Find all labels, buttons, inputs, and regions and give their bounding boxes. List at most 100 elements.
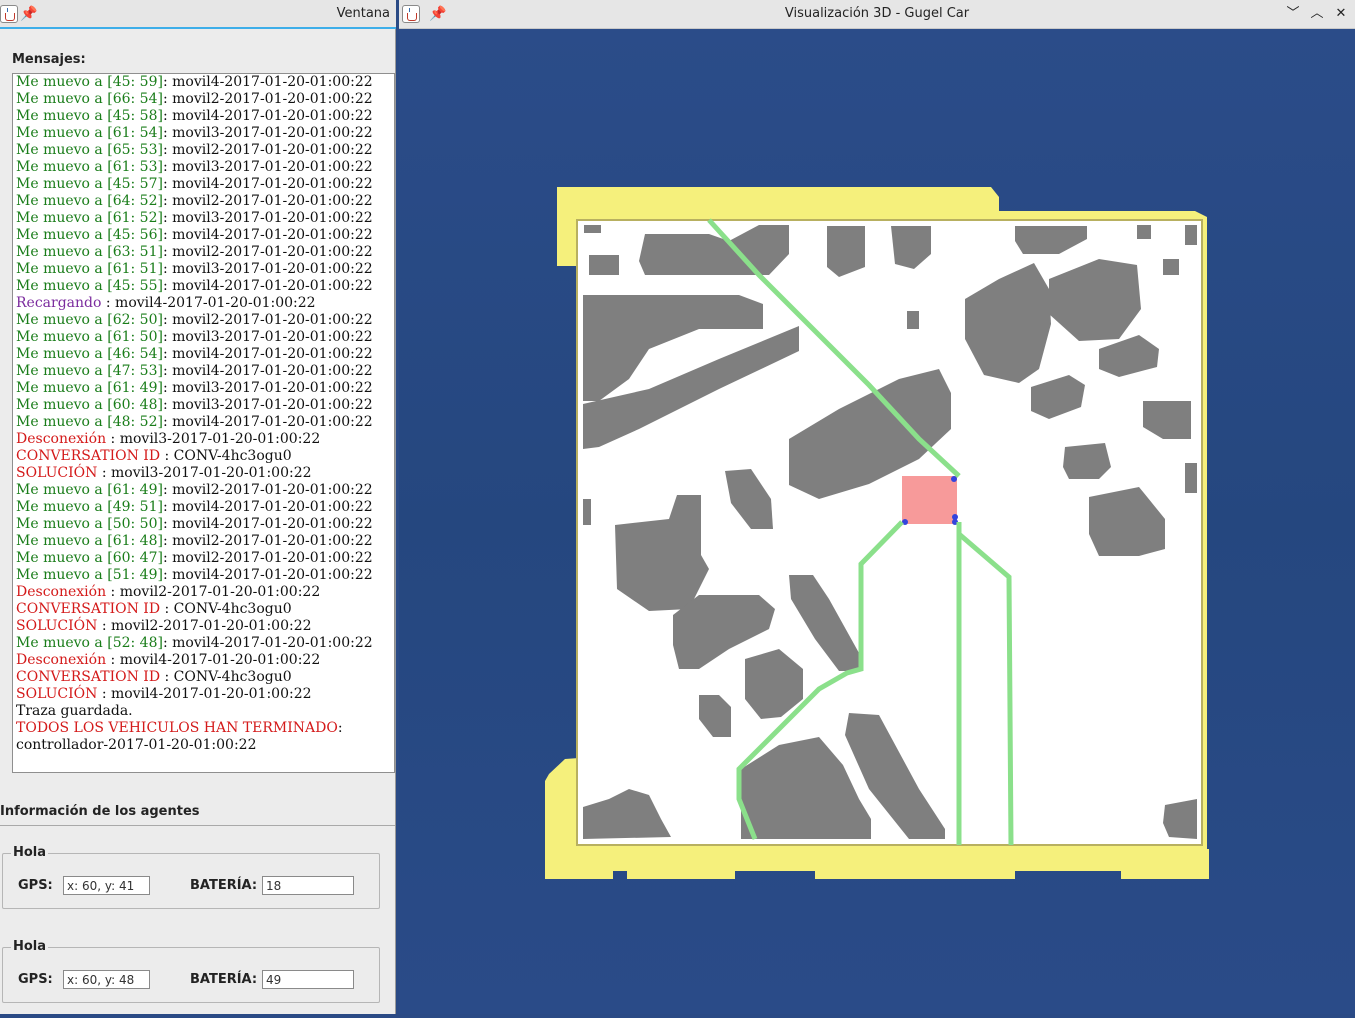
battery-label: BATERÍA: — [190, 972, 258, 987]
log-detail: : CONV-4hc3ogu0 — [160, 601, 292, 617]
log-event: Me muevo a [47: 53] — [16, 363, 163, 379]
log-line: Desconexión : movil2-2017-01-20-01:00:22 — [16, 584, 394, 601]
log-event: Me muevo a [45: 57] — [16, 176, 163, 192]
log-detail: : movil4-2017-01-20-01:00:22 — [162, 176, 373, 192]
log-line: Me muevo a [61: 49]: movil2-2017-01-20-0… — [16, 482, 394, 499]
log-detail: : movil2-2017-01-20-01:00:22 — [106, 584, 321, 600]
gps-label: GPS: — [18, 878, 53, 893]
log-detail: : movil3-2017-01-20-01:00:22 — [162, 380, 373, 396]
log-line: Me muevo a [49: 51]: movil4-2017-01-20-0… — [16, 499, 394, 516]
log-line: SOLUCIÓN : movil2-2017-01-20-01:00:22 — [16, 618, 394, 635]
log-detail: : movil2-2017-01-20-01:00:22 — [162, 482, 373, 498]
log-line: CONVERSATION ID : CONV-4hc3ogu0 — [16, 669, 394, 686]
log-line: Me muevo a [62: 50]: movil2-2017-01-20-0… — [16, 312, 394, 329]
log-detail: : movil4-2017-01-20-01:00:22 — [101, 295, 316, 311]
pin-icon[interactable]: 📌 — [20, 5, 37, 23]
log-line: Me muevo a [61: 53]: movil3-2017-01-20-0… — [16, 159, 394, 176]
log-line: Recargando : movil4-2017-01-20-01:00:22 — [16, 295, 394, 312]
log-event: Me muevo a [45: 58] — [16, 108, 163, 124]
close-button[interactable]: ✕ — [1331, 4, 1351, 24]
log-event: Recargando — [16, 295, 102, 311]
log-detail: : movil4-2017-01-20-01:00:22 — [162, 499, 373, 515]
log-line: Me muevo a [61: 52]: movil3-2017-01-20-0… — [16, 210, 394, 227]
log-detail: : CONV-4hc3ogu0 — [160, 669, 292, 685]
log-event: Me muevo a [61: 54] — [16, 125, 163, 141]
log-detail: : movil3-2017-01-20-01:00:22 — [162, 261, 373, 277]
log-detail: : movil4-2017-01-20-01:00:22 — [162, 278, 373, 294]
log-line: Me muevo a [63: 51]: movil2-2017-01-20-0… — [16, 244, 394, 261]
log-detail: : movil4-2017-01-20-01:00:22 — [162, 567, 373, 583]
log-line: Me muevo a [51: 49]: movil4-2017-01-20-0… — [16, 567, 394, 584]
log-event: Me muevo a [45: 56] — [16, 227, 163, 243]
ventana-window: 📌 Ventana Mensajes: Me muevo a [45: 59]:… — [0, 0, 396, 1014]
maximize-button[interactable]: ︿ — [1307, 4, 1327, 24]
log-event: Me muevo a [52: 48] — [16, 635, 163, 651]
3d-viewport[interactable] — [399, 29, 1355, 1014]
log-detail: : movil2-2017-01-20-01:00:22 — [162, 142, 373, 158]
log-line: Desconexión : movil4-2017-01-20-01:00:22 — [16, 652, 394, 669]
log-detail: : movil2-2017-01-20-01:00:22 — [162, 550, 373, 566]
log-event: Me muevo a [46: 54] — [16, 346, 163, 362]
log-detail: : movil4-2017-01-20-01:00:22 — [162, 108, 373, 124]
divider — [0, 825, 395, 826]
window-title: Ventana — [336, 6, 390, 21]
window-title: Visualización 3D - Gugel Car — [784, 6, 970, 21]
log-detail: controllador-2017-01-20-01:00:22 — [16, 737, 257, 753]
log-line: Me muevo a [65: 53]: movil2-2017-01-20-0… — [16, 142, 394, 159]
log-event: SOLUCIÓN — [16, 686, 98, 702]
log-event: Me muevo a [62: 50] — [16, 312, 163, 328]
agent-title: Hola — [11, 939, 49, 954]
log-detail: : movil4-2017-01-20-01:00:22 — [162, 635, 373, 651]
log-line: SOLUCIÓN : movil3-2017-01-20-01:00:22 — [16, 465, 394, 482]
log-event: Me muevo a [51: 49] — [16, 567, 163, 583]
log-event: Me muevo a [65: 53] — [16, 142, 163, 158]
log-event: TODOS LOS VEHICULOS HAN TERMINADO — [16, 720, 338, 736]
log-event: Me muevo a [60: 47] — [16, 550, 163, 566]
log-detail: : — [337, 720, 343, 736]
log-line: Me muevo a [45: 57]: movil4-2017-01-20-0… — [16, 176, 394, 193]
log-line: Traza guardada. — [16, 703, 394, 720]
log-detail: : movil2-2017-01-20-01:00:22 — [162, 244, 373, 260]
agent-group-2: Hola GPS: BATERÍA: — [2, 939, 380, 1003]
map-scene — [545, 187, 1209, 879]
log-line: Me muevo a [45: 58]: movil4-2017-01-20-0… — [16, 108, 394, 125]
log-event: SOLUCIÓN — [16, 618, 98, 634]
gps-label: GPS: — [18, 972, 53, 987]
log-detail: : movil3-2017-01-20-01:00:22 — [162, 159, 373, 175]
log-line: Me muevo a [66: 54]: movil2-2017-01-20-0… — [16, 91, 394, 108]
log-detail: : movil4-2017-01-20-01:00:22 — [97, 686, 312, 702]
log-event: Me muevo a [45: 55] — [16, 278, 163, 294]
log-detail: : movil2-2017-01-20-01:00:22 — [162, 91, 373, 107]
log-event: Desconexión — [16, 431, 107, 447]
log-line: SOLUCIÓN : movil4-2017-01-20-01:00:22 — [16, 686, 394, 703]
battery-field[interactable] — [262, 970, 354, 989]
log-detail: : movil3-2017-01-20-01:00:22 — [162, 125, 373, 141]
log-event: Me muevo a [61: 49] — [16, 482, 163, 498]
log-detail: : movil2-2017-01-20-01:00:22 — [97, 618, 312, 634]
log-line: Me muevo a [64: 52]: movil2-2017-01-20-0… — [16, 193, 394, 210]
log-detail: : movil2-2017-01-20-01:00:22 — [162, 312, 373, 328]
log-detail: : movil3-2017-01-20-01:00:22 — [106, 431, 321, 447]
minimize-button[interactable]: ﹀ — [1283, 4, 1303, 24]
log-event: Me muevo a [45: 59] — [16, 74, 163, 90]
log-event: CONVERSATION ID — [16, 448, 161, 464]
log-event: Desconexión — [16, 652, 107, 668]
log-line: Me muevo a [45: 59]: movil4-2017-01-20-0… — [16, 74, 394, 91]
visualization-titlebar[interactable]: 📌 Visualización 3D - Gugel Car ﹀ ︿ ✕ — [399, 0, 1355, 29]
java-app-icon[interactable] — [0, 5, 18, 23]
gps-field[interactable] — [63, 970, 150, 989]
messages-log[interactable]: Me muevo a [45: 59] : movil4-2017-01-20-0… — [12, 73, 395, 773]
log-detail: : movil4-2017-01-20-01:00:22 — [162, 414, 373, 430]
log-event: SOLUCIÓN — [16, 465, 98, 481]
log-detail: : movil4-2017-01-20-01:00:22 — [162, 346, 373, 362]
log-detail: : movil4-2017-01-20-01:00:22 — [162, 363, 373, 379]
gps-field[interactable] — [63, 876, 150, 895]
log-event: Me muevo a [60: 48] — [16, 397, 163, 413]
log-detail: : movil3-2017-01-20-01:00:22 — [97, 465, 312, 481]
log-event: Me muevo a [61: 48] — [16, 533, 163, 549]
log-line: Desconexión : movil3-2017-01-20-01:00:22 — [16, 431, 394, 448]
log-detail: : movil4-2017-01-20-01:00:22 — [106, 652, 321, 668]
battery-field[interactable] — [262, 876, 354, 895]
log-line: TODOS LOS VEHICULOS HAN TERMINADO: — [16, 720, 394, 737]
ventana-titlebar[interactable]: 📌 Ventana — [0, 0, 396, 29]
